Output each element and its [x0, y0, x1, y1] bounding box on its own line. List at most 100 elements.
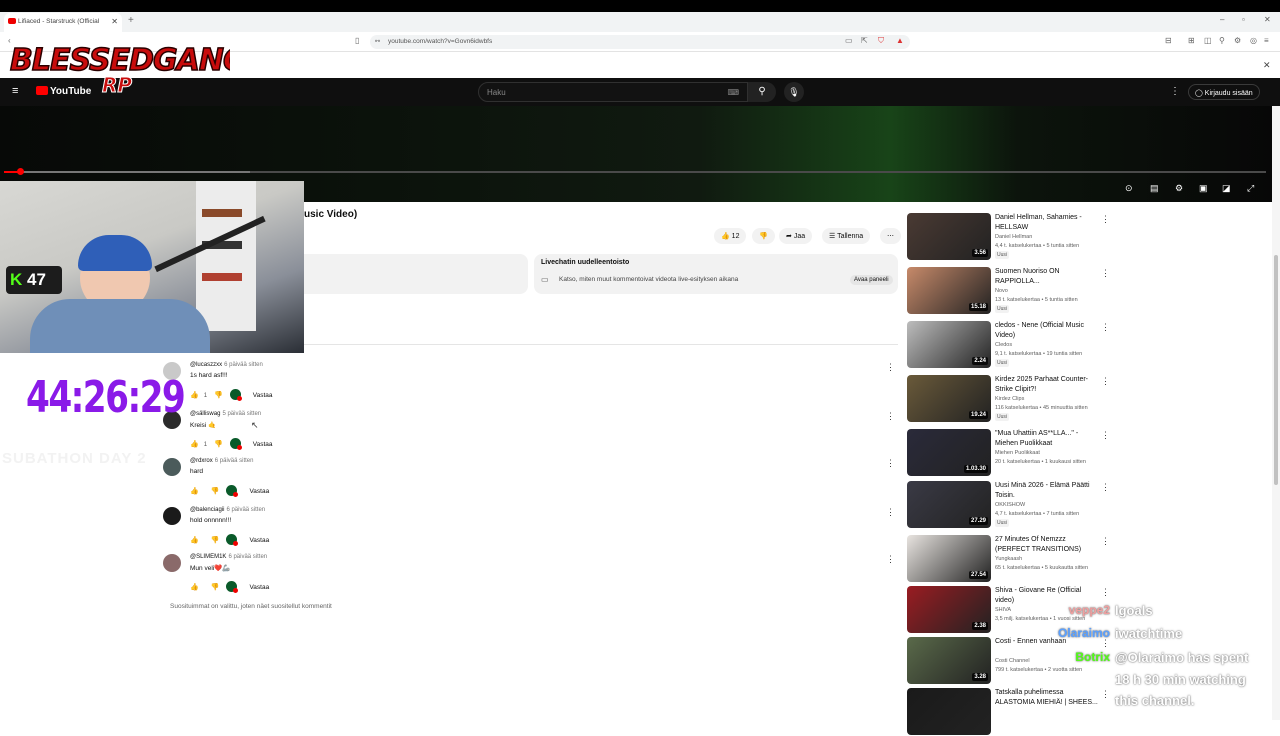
video-title[interactable]: Daniel Hellman, Sahamies - HELLSAW	[995, 213, 1099, 233]
reply-button[interactable]: Vastaa	[253, 392, 273, 399]
video-title[interactable]: Tatskalla puhelimessa ALASTOMIA MIEHIÄ! …	[995, 688, 1099, 708]
thumbs-down-icon[interactable]: 👎	[214, 440, 223, 448]
browser-tab[interactable]: Lifiaced - Starstruck (Official ✕	[4, 13, 122, 32]
close-infobar-icon[interactable]: ✕	[1263, 60, 1271, 71]
comment-menu-icon[interactable]: ⋮	[886, 362, 895, 373]
new-tab-icon[interactable]: +	[128, 15, 134, 26]
minimize-icon[interactable]: –	[1220, 15, 1224, 24]
thumbs-up-icon[interactable]: 👍	[190, 583, 199, 591]
video-title[interactable]: "Mua Uhattiin AS**LLA..." - Miehen Puoli…	[995, 429, 1099, 449]
recommended-video[interactable]: 1.03.30 "Mua Uhattiin AS**LLA..." - Miehe…	[907, 429, 1110, 477]
close-window-icon[interactable]: ✕	[1264, 15, 1271, 24]
comment-author[interactable]: @sälliswag	[190, 411, 220, 417]
split-view-icon[interactable]: ◫	[1204, 36, 1212, 45]
video-title[interactable]: 27 Minutes Of Nemzzz (PERFECT TRANSITION…	[995, 535, 1099, 555]
search-input[interactable]: Haku ⌨	[478, 82, 748, 102]
video-menu-icon[interactable]: ⋮	[1101, 376, 1110, 387]
video-thumbnail[interactable]: 1.03.30	[907, 429, 991, 476]
share-button[interactable]: ➦ Jaa	[779, 228, 813, 244]
share-page-icon[interactable]: ⇱	[861, 36, 868, 45]
thumbs-down-icon[interactable]: 👎	[211, 583, 220, 591]
thumbs-down-icon[interactable]: 👎	[211, 536, 220, 544]
video-thumbnail[interactable]: 2.24	[907, 321, 991, 368]
video-menu-icon[interactable]: ⋮	[1101, 268, 1110, 279]
comment-author[interactable]: @balenciagii	[190, 507, 224, 513]
video-thumbnail[interactable]	[907, 688, 991, 735]
channel-name[interactable]: OKKISHOW	[995, 502, 1025, 508]
comment-author[interactable]: @rdxrox	[190, 458, 213, 464]
video-title[interactable]: Suomen Nuoriso ON RAPPIOLLA...	[995, 267, 1099, 287]
recommended-video[interactable]: 27.29 Uusi Minä 2026 - Elämä Päätti Toisi…	[907, 481, 1110, 529]
video-menu-icon[interactable]: ⋮	[1101, 430, 1110, 441]
thumbs-down-icon[interactable]: 👎	[211, 487, 220, 495]
comment-menu-icon[interactable]: ⋮	[886, 411, 895, 422]
recommended-video[interactable]: 15.18 Suomen Nuoriso ON RAPPIOLLA... Novo 1…	[907, 267, 1110, 315]
video-thumbnail[interactable]: 3.28	[907, 637, 991, 684]
url-field[interactable]: ⚯ youtube.com/watch?v=Govn6idwbfs	[370, 35, 910, 49]
autoplay-toggle[interactable]: ⊙	[1125, 183, 1133, 194]
rewards-icon[interactable]: ▲	[896, 36, 904, 45]
close-tab-icon[interactable]: ✕	[111, 17, 118, 26]
channel-name[interactable]: Costi Channel	[995, 658, 1030, 664]
maximize-icon[interactable]: ▫	[1242, 15, 1245, 24]
comment-menu-icon[interactable]: ⋮	[886, 554, 895, 565]
recommended-video[interactable]: 19.24 Kirdez 2025 Parhaat Counter-Strike …	[907, 375, 1110, 423]
brave-shield-icon[interactable]: ⛉	[878, 36, 884, 46]
voice-search-icon[interactable]: 🎙	[784, 82, 804, 102]
video-menu-icon[interactable]: ⋮	[1101, 482, 1110, 493]
video-menu-icon[interactable]: ⋮	[1101, 214, 1110, 225]
recommended-video[interactable]: 2.24 cledos - Nene (Official Music Video)…	[907, 321, 1110, 369]
bookmark-icon[interactable]: ▯	[355, 36, 359, 45]
reply-button[interactable]: Vastaa	[249, 488, 269, 495]
recommended-video[interactable]: 3.56 Daniel Hellman, Sahamies - HELLSAW Da…	[907, 213, 1110, 261]
channel-name[interactable]: Kirdez Clips	[995, 396, 1024, 402]
dislike-button[interactable]: 👎	[752, 228, 775, 244]
reply-button[interactable]: Vastaa	[253, 441, 273, 448]
scrollbar-thumb[interactable]	[1274, 255, 1278, 485]
recommended-video[interactable]: 27.54 27 Minutes Of Nemzzz (PERFECT TRANS…	[907, 535, 1110, 583]
video-thumbnail[interactable]: 27.29	[907, 481, 991, 528]
comment-author[interactable]: @SLIMEM1K	[190, 554, 226, 560]
reply-button[interactable]: Vastaa	[249, 584, 269, 591]
thumbs-up-icon[interactable]: 👍	[190, 391, 199, 399]
keyboard-icon[interactable]: ⌨	[727, 88, 739, 97]
reply-button[interactable]: Vastaa	[249, 537, 269, 544]
settings-gear-icon[interactable]: ⚙	[1175, 183, 1183, 194]
sign-in-button[interactable]: ◯ Kirjaudu sisään	[1188, 84, 1260, 100]
video-thumbnail[interactable]: 15.18	[907, 267, 991, 314]
recommended-video[interactable]: Tatskalla puhelimessa ALASTOMIA MIEHIÄ! …	[907, 688, 1110, 736]
search-button[interactable]: ⚲	[748, 82, 776, 102]
thumbs-down-icon[interactable]: 👎	[214, 391, 223, 399]
video-menu-icon[interactable]: ⋮	[1101, 322, 1110, 333]
thumbs-up-icon[interactable]: 👍	[190, 440, 199, 448]
channel-name[interactable]: Miehen Puolikkaat	[995, 450, 1040, 456]
scrubber-handle[interactable]	[17, 168, 24, 175]
more-options-icon[interactable]: ⋮	[1170, 86, 1180, 97]
like-button[interactable]: 👍 12	[714, 228, 747, 244]
avatar[interactable]	[163, 507, 181, 525]
extensions-icon[interactable]: ⚲	[1219, 36, 1225, 45]
more-actions-button[interactable]: ⋯	[880, 228, 901, 244]
channel-name[interactable]: Novo	[995, 288, 1008, 294]
channel-name[interactable]: Yungkaash	[995, 556, 1022, 562]
video-menu-icon[interactable]: ⋮	[1101, 536, 1110, 547]
cast-player-icon[interactable]: ◪	[1222, 183, 1231, 194]
reading-list-icon[interactable]: ⊞	[1188, 36, 1195, 45]
video-title[interactable]: cledos - Nene (Official Music Video)	[995, 321, 1099, 341]
channel-name[interactable]: SHIVA	[995, 607, 1011, 613]
video-thumbnail[interactable]: 2.38	[907, 586, 991, 633]
video-thumbnail[interactable]: 27.54	[907, 535, 991, 582]
video-menu-icon[interactable]: ⋮	[1101, 587, 1110, 598]
video-title[interactable]: Uusi Minä 2026 - Elämä Päätti Toisin.	[995, 481, 1099, 501]
avatar[interactable]	[163, 554, 181, 572]
fullscreen-icon[interactable]: ⤢	[1247, 183, 1254, 194]
profile-icon[interactable]: ◎	[1250, 36, 1257, 45]
comment-menu-icon[interactable]: ⋮	[886, 507, 895, 518]
settings-icon[interactable]: ⚙	[1234, 36, 1241, 45]
description-box[interactable]	[304, 254, 528, 294]
video-thumbnail[interactable]: 3.56	[907, 213, 991, 260]
cast-icon[interactable]: ▭	[845, 36, 853, 45]
avatar[interactable]	[163, 458, 181, 476]
thumbs-up-icon[interactable]: 👍	[190, 487, 199, 495]
channel-name[interactable]: Cledos	[995, 342, 1012, 348]
